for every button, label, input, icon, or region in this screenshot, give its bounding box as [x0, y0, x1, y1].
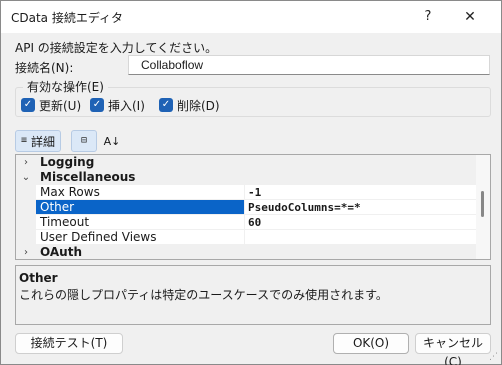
checkbox-check-icon: ✓ — [90, 98, 104, 112]
connection-name-label: 接続名(N): — [15, 61, 74, 75]
delete-checkbox[interactable]: ✓ 削除(D) — [159, 97, 220, 113]
description-title: Other — [19, 271, 58, 285]
help-button[interactable]: ? — [413, 8, 443, 26]
connection-name-input[interactable]: Collaboflow — [128, 55, 490, 75]
property-grid[interactable]: › Logging ⌄ Miscellaneous Max Rows -1 Ot… — [15, 154, 491, 260]
window-title: CData 接続エディタ — [11, 11, 124, 25]
insert-label: 挿入(I) — [108, 98, 145, 113]
chevron-right-icon[interactable]: › — [16, 245, 36, 259]
sort-az-icon: A↓ — [103, 134, 121, 148]
scrollbar-thumb[interactable] — [481, 191, 484, 217]
update-checkbox[interactable]: ✓ 更新(U) — [21, 97, 81, 113]
close-button[interactable]: ✕ — [455, 6, 485, 28]
categorized-icon: ⊟ — [80, 135, 88, 146]
description-text: これらの隠しプロパティは特定のユースケースでのみ使用されます。 — [19, 288, 388, 302]
details-view-button[interactable]: ≡ 詳細 — [15, 130, 62, 152]
property-row-user-defined-views[interactable]: User Defined Views — [16, 230, 476, 245]
resize-grip-icon[interactable]: ⋰ — [489, 353, 498, 362]
property-name: Max Rows — [36, 185, 244, 200]
description-panel: Other これらの隠しプロパティは特定のユースケースでのみ使用されます。 — [15, 265, 491, 325]
row-gutter — [16, 200, 36, 215]
insert-checkbox[interactable]: ✓ 挿入(I) — [90, 97, 145, 113]
categorized-view-button[interactable]: ⊟ — [71, 130, 97, 152]
vertical-scrollbar[interactable] — [476, 155, 490, 259]
property-name: Timeout — [36, 215, 244, 230]
test-connection-button[interactable]: 接続テスト(T) — [15, 333, 123, 354]
title-bar[interactable]: CData 接続エディタ ? ✕ — [1, 1, 501, 33]
checkbox-check-icon: ✓ — [159, 98, 173, 112]
category-name: Logging — [40, 155, 95, 169]
connection-editor-window: CData 接続エディタ ? ✕ API の接続設定を入力してください。 接続名… — [0, 0, 502, 365]
category-row-miscellaneous[interactable]: ⌄ Miscellaneous — [16, 170, 476, 185]
alphabetical-sort-button[interactable]: A↓ — [99, 130, 125, 152]
category-row-logging[interactable]: › Logging — [16, 155, 476, 170]
category-row-oauth[interactable]: › OAuth — [16, 245, 476, 259]
row-gutter — [16, 230, 36, 245]
checkbox-check-icon: ✓ — [21, 98, 35, 112]
property-value[interactable]: PseudoColumns=*=* — [244, 200, 476, 215]
details-label: 詳細 — [31, 134, 56, 149]
category-name: OAuth — [40, 245, 82, 259]
property-value[interactable]: -1 — [244, 185, 476, 200]
ok-button[interactable]: OK(O) — [333, 333, 409, 354]
chevron-down-icon[interactable]: ⌄ — [16, 170, 36, 185]
property-name: User Defined Views — [36, 230, 244, 245]
property-name: Other — [36, 200, 244, 215]
row-gutter — [16, 215, 36, 230]
cancel-button[interactable]: キャンセル(C) — [415, 333, 491, 365]
delete-label: 削除(D) — [177, 98, 220, 113]
row-gutter — [16, 185, 36, 200]
property-row-other[interactable]: Other PseudoColumns=*=* — [16, 200, 476, 215]
property-row-max-rows[interactable]: Max Rows -1 — [16, 185, 476, 200]
property-value[interactable] — [244, 230, 476, 245]
intro-text: API の接続設定を入力してください。 — [15, 41, 218, 55]
operations-legend: 有効な操作(E) — [23, 78, 108, 95]
category-name: Miscellaneous — [40, 170, 136, 184]
update-label: 更新(U) — [39, 98, 82, 113]
list-view-icon: ≡ — [21, 135, 28, 146]
property-row-timeout[interactable]: Timeout 60 — [16, 215, 476, 230]
chevron-right-icon[interactable]: › — [16, 155, 36, 170]
property-value[interactable]: 60 — [244, 215, 476, 230]
